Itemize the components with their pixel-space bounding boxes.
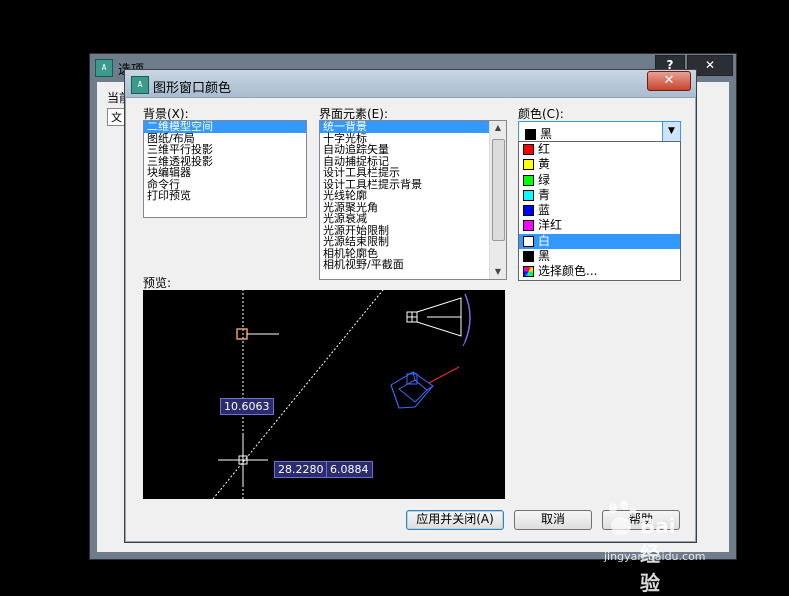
color-option-swatch [523,159,534,171]
autocad-app-icon: A [95,59,113,77]
color-option[interactable]: 蓝 [519,203,680,218]
dialog-close-button[interactable]: ✕ [647,71,691,91]
color-option-label: 洋红 [538,218,563,233]
cancel-button[interactable]: 取消 [514,510,592,530]
color-option-label: 黄 [538,157,551,172]
baidu-paw-icon [609,500,637,535]
color-option-swatch [523,189,534,201]
color-option-swatch [523,174,534,186]
interface-scrollbar[interactable]: ▲ ▼ [489,121,506,279]
color-option-swatch [523,266,534,278]
color-option-label: 蓝 [538,203,551,218]
color-option-swatch [523,235,534,247]
interface-list-item[interactable]: 设计工具栏提示 [320,167,489,179]
color-option[interactable]: 红 [519,142,680,157]
context-listbox[interactable]: 二维模型空间 图纸/布局 三维平行投影 三维透视投影 块编辑器 命令行 打印预览 [143,120,307,218]
interface-list-item[interactable]: 自动追踪矢量 [320,144,489,156]
color-option-swatch [523,220,534,232]
scroll-down-arrow-icon[interactable]: ▼ [490,265,506,279]
interface-list-item[interactable]: 光线轮廓 [320,190,489,202]
autosnap-marker [236,328,248,340]
interface-element-listbox[interactable]: 统一背景 十字光标 自动追踪矢量 自动捕捉标记 设计工具栏提示 设计工具栏提示背景 光线轮廓… [319,120,507,280]
color-combobox[interactable]: 黑 ▼ [518,121,681,142]
dialog-title: 图形窗口颜色 [153,81,232,96]
camera-frustum-arc [464,293,471,343]
scroll-up-arrow-icon[interactable]: ▲ [490,121,506,135]
interface-list-item[interactable]: 光源结束限制 [320,236,489,248]
light-glyph [390,371,434,409]
interface-list-item[interactable]: 相机视野/平截面 [320,259,489,271]
drawing-window-colors-dialog: A 图形窗口颜色 ✕ 背景(X): 二维模型空间 图纸/布局 三维平行投影 三维透视投… [124,69,697,543]
interface-list-items: 统一背景 十字光标 自动追踪矢量 自动捕捉标记 设计工具栏提示 设计工具栏提示背景 光线轮廓… [320,121,489,271]
interface-list-item[interactable]: 光源衰减 [320,213,489,225]
color-dropdown-list[interactable]: 红黄绿青蓝洋红白黑选择颜色... [518,141,681,281]
color-swatch [525,129,536,140]
dimension-input-tooltip-3: 6.0884 [326,461,373,478]
apply-and-close-button[interactable]: 应用并关闭(A) [406,510,504,530]
context-list-item[interactable]: 二维模型空间 [144,121,306,133]
context-list-item[interactable]: 三维平行投影 [144,144,306,156]
watermark-url: jingyan.baidu.com [604,550,706,563]
color-option[interactable]: 白 [519,233,680,250]
dimension-input-tooltip-1: 10.6063 [220,398,274,415]
color-option[interactable]: 绿 [519,173,680,188]
color-option[interactable]: 青 [519,188,680,203]
color-selected-value: 黑 [540,127,553,141]
light-direction-line [428,366,460,384]
context-list-item[interactable]: 打印预览 [144,190,306,202]
color-option-label: 绿 [538,172,551,187]
autocad-app-icon: A [131,76,149,94]
chevron-down-icon[interactable]: ▼ [662,122,680,141]
dialog-title-bar[interactable]: A 图形窗口颜色 ✕ [125,70,696,98]
scroll-thumb[interactable] [492,139,505,241]
color-option-label: 红 [538,142,551,156]
dimension-input-tooltip-2: 28.2280 [274,461,328,478]
color-option-label: 白 [538,233,551,248]
color-option[interactable]: 选择颜色... [519,264,680,279]
color-label: 颜色(C): [518,107,564,121]
color-option-label: 青 [538,187,551,202]
color-option-label: 黑 [538,249,551,264]
color-option[interactable]: 黄 [519,157,680,172]
color-option-swatch [523,251,534,263]
preview-canvas: 10.6063 28.2280 6.0884 [143,289,505,500]
color-option[interactable]: 洋红 [519,218,680,233]
preview-label: 预览: [143,276,172,290]
color-option-label: 选择颜色... [538,264,598,279]
color-option-swatch [523,205,534,217]
color-option[interactable]: 黑 [519,249,680,264]
context-list-item[interactable]: 块编辑器 [144,167,306,179]
interface-list-item[interactable]: 统一背景 [320,121,489,133]
camera-glyph [406,297,462,337]
color-option-swatch [523,144,534,155]
